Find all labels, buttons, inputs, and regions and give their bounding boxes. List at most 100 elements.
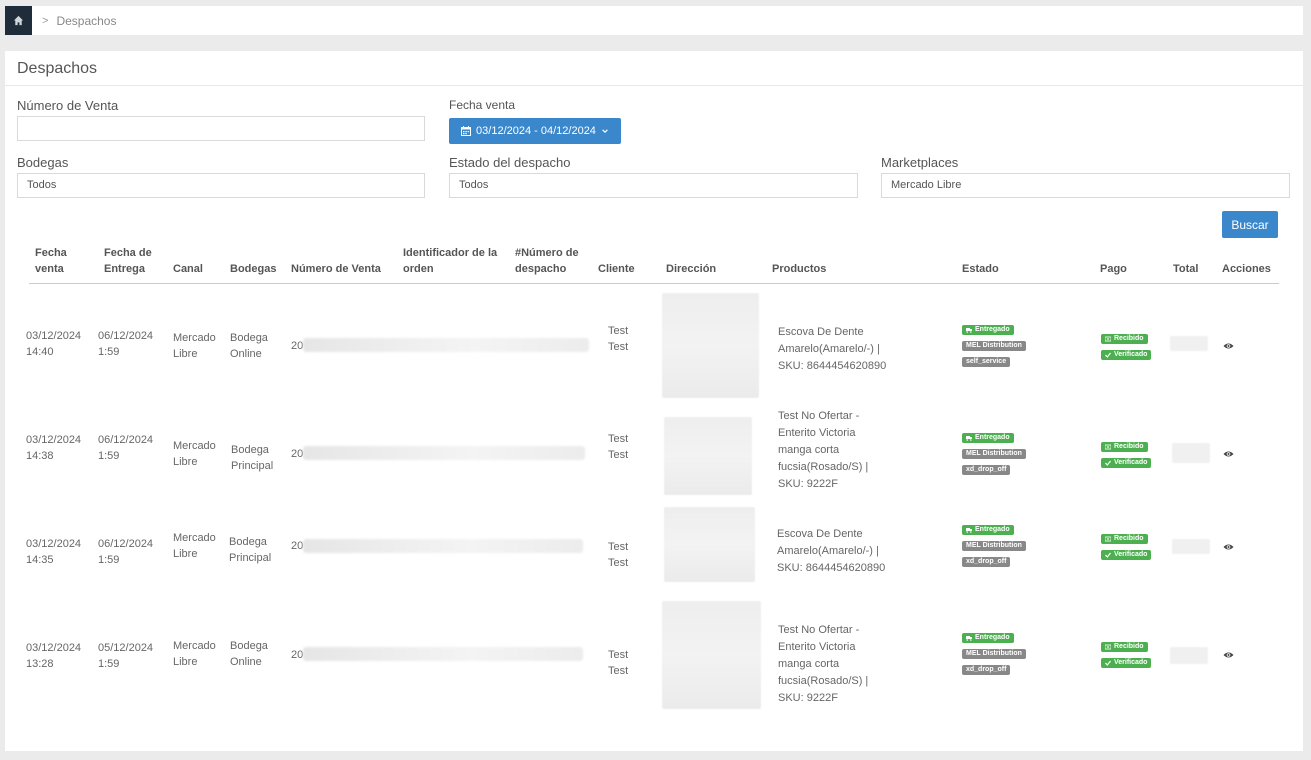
cell-canal: Mercado Libre — [173, 332, 216, 360]
home-button[interactable] — [5, 6, 32, 35]
th-cliente[interactable]: Cliente — [598, 261, 635, 277]
payment-badge-recibido: Recibido — [1101, 334, 1148, 344]
numero-venta-label: Número de Venta — [17, 98, 119, 113]
payment-badge-recibido: Recibido — [1101, 534, 1148, 544]
breadcrumb-current: Despachos — [56, 13, 117, 28]
redacted-total — [1170, 647, 1208, 664]
home-icon — [13, 15, 24, 26]
redacted-order-ids — [303, 338, 589, 352]
cell-canal: Mercado Libre — [173, 640, 216, 668]
redacted-total — [1170, 336, 1208, 351]
cell-fecha-venta: 03/12/2024 14:38 — [26, 434, 82, 462]
th-canal[interactable]: Canal — [173, 261, 203, 277]
payment-badge-verificado: Verificado — [1101, 350, 1152, 360]
redacted-total — [1172, 443, 1210, 463]
status-badge-shipping-type: xd_drop_off — [962, 465, 1011, 475]
status-badge-entregado: Entregado — [962, 433, 1014, 443]
date-range-text: 03/12/2024 - 04/12/2024 — [476, 125, 596, 137]
cell-producto: Escova De Dente Amarelo(Amarelo/-) | SKU: … — [778, 326, 887, 372]
status-badge-logistics: MEL Distribution — [962, 541, 1026, 551]
cell-numero-venta: 20 — [291, 649, 304, 661]
numero-venta-input[interactable] — [17, 116, 425, 141]
cell-fecha-venta: 03/12/2024 14:40 — [26, 330, 82, 358]
cell-bodega: Bodega Online — [230, 332, 268, 360]
status-badge-logistics: MEL Distribution — [962, 649, 1026, 659]
breadcrumb: > Despachos — [5, 6, 1303, 35]
redacted-order-ids — [303, 446, 585, 460]
cell-cliente: Test Test — [608, 325, 629, 353]
truck-icon — [966, 528, 972, 533]
calendar-icon — [461, 126, 472, 136]
check-icon — [1105, 352, 1111, 358]
th-pago[interactable]: Pago — [1100, 261, 1127, 277]
bodegas-label: Bodegas — [17, 155, 69, 170]
status-badge-shipping-type: xd_drop_off — [962, 557, 1011, 567]
page-title: Despachos — [17, 60, 98, 77]
buscar-button[interactable]: Buscar — [1222, 211, 1278, 238]
panel-divider — [5, 85, 1303, 86]
estado-despacho-label: Estado del despacho — [449, 155, 571, 170]
redacted-address — [662, 601, 761, 709]
cell-cliente: Test Test — [608, 649, 629, 677]
redacted-address — [662, 293, 759, 398]
th-fecha-venta[interactable]: Fecha venta — [35, 245, 67, 277]
status-badge-entregado: Entregado — [962, 633, 1014, 643]
eye-icon[interactable] — [1223, 342, 1234, 350]
th-acciones[interactable]: Acciones — [1222, 261, 1271, 277]
status-badge-logistics: MEL Distribution — [962, 449, 1026, 459]
cell-producto: Escova De Dente Amarelo(Amarelo/-) | SKU: … — [777, 528, 886, 574]
fecha-venta-label: Fecha venta — [449, 98, 516, 112]
payment-badge-verificado: Verificado — [1101, 458, 1152, 468]
cell-producto: Test No Ofertar - Enterito Victoria manga … — [778, 410, 869, 490]
payment-badge-verificado: Verificado — [1101, 550, 1152, 560]
cell-cliente: Test Test — [608, 433, 629, 461]
despachos-panel: Despachos Número de Venta Fecha venta 03… — [5, 51, 1303, 751]
eye-icon[interactable] — [1223, 450, 1234, 458]
money-icon — [1105, 644, 1111, 650]
eye-icon[interactable] — [1223, 543, 1234, 551]
cell-bodega: Bodega Principal — [231, 444, 274, 472]
chevron-down-icon — [602, 129, 608, 134]
cell-bodega: Bodega Online — [230, 640, 268, 668]
cell-fecha-entrega: 06/12/2024 1:59 — [98, 330, 154, 358]
money-icon — [1105, 336, 1111, 342]
status-badge-shipping-type: self_service — [962, 357, 1011, 367]
money-icon — [1105, 536, 1111, 542]
payment-badge-recibido: Recibido — [1101, 642, 1148, 652]
marketplaces-select[interactable]: Mercado Libre — [881, 173, 1290, 198]
redacted-address — [664, 507, 755, 582]
truck-icon — [966, 436, 972, 441]
cell-numero-venta: 20 — [291, 340, 304, 352]
cell-numero-venta: 20 — [291, 540, 304, 552]
bodegas-select[interactable]: Todos — [17, 173, 425, 198]
status-badge-entregado: Entregado — [962, 325, 1014, 335]
th-numero-venta[interactable]: Número de Venta — [291, 261, 381, 277]
cell-fecha-entrega: 05/12/2024 1:59 — [98, 642, 154, 670]
cell-canal: Mercado Libre — [173, 440, 216, 468]
status-badge-entregado: Entregado — [962, 525, 1014, 535]
cell-fecha-venta: 03/12/2024 14:35 — [26, 538, 82, 566]
th-identificador[interactable]: Identificador de la orden — [403, 245, 497, 277]
redacted-order-ids — [303, 539, 583, 553]
th-productos[interactable]: Productos — [772, 261, 826, 277]
breadcrumb-separator: > — [42, 14, 49, 27]
th-numero-despacho[interactable]: #Número de despacho — [515, 245, 579, 277]
th-fecha-entrega[interactable]: Fecha de Entrega — [104, 245, 152, 277]
truck-icon — [966, 328, 972, 333]
cell-fecha-entrega: 06/12/2024 1:59 — [98, 434, 154, 462]
check-icon — [1105, 552, 1111, 558]
estado-despacho-select[interactable]: Todos — [449, 173, 858, 198]
table-header-divider — [29, 283, 1279, 284]
eye-icon[interactable] — [1223, 651, 1234, 659]
th-direccion[interactable]: Dirección — [666, 261, 716, 277]
redacted-order-ids — [303, 647, 583, 661]
money-icon — [1105, 444, 1111, 450]
redacted-address — [664, 417, 752, 495]
th-estado[interactable]: Estado — [962, 261, 999, 277]
th-bodegas[interactable]: Bodegas — [230, 261, 276, 277]
date-range-picker[interactable]: 03/12/2024 - 04/12/2024 — [449, 118, 621, 144]
payment-badge-recibido: Recibido — [1101, 442, 1148, 452]
th-total[interactable]: Total — [1173, 261, 1198, 277]
marketplaces-label: Marketplaces — [881, 155, 959, 170]
cell-bodega: Bodega Principal — [229, 536, 272, 564]
